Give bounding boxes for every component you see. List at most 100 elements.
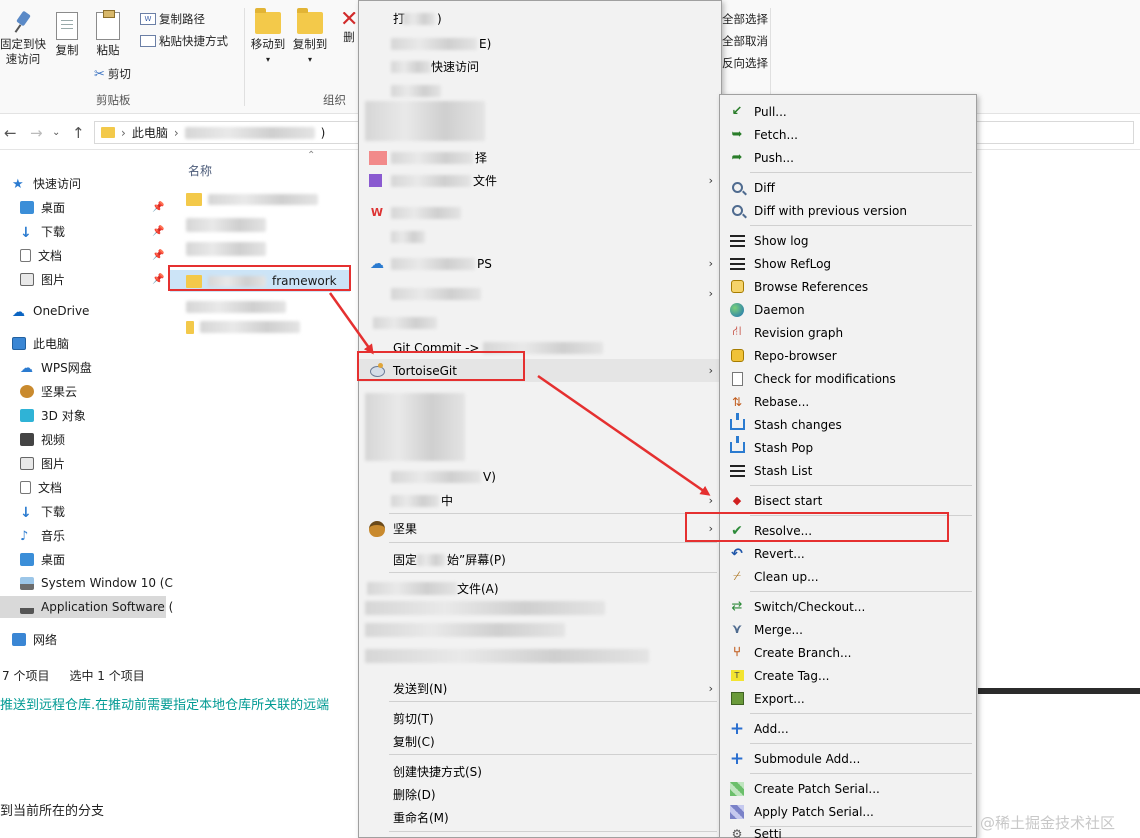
forward-arrow-icon[interactable]: → [30,124,43,142]
tgit-revert[interactable]: ↶ Revert... [720,542,976,565]
menu-item-file-a[interactable]: 文件(A) [359,577,721,600]
tgit-create-branch-label: Create Branch... [754,645,852,660]
tgit-show-reflog[interactable]: Show RefLog [720,252,976,275]
nav-pc-drive-app[interactable]: Application Software ( [0,596,173,618]
nav-pc-pictures[interactable]: 图片 [20,452,65,474]
nav-quick-documents[interactable]: 文档 [20,244,62,266]
tgit-add[interactable]: + Add... [720,717,976,740]
tgit-pull[interactable]: ↙ Pull... [720,100,976,123]
menu-item-jianguoyun[interactable]: 坚果 › [359,517,721,540]
tgit-stash-changes[interactable]: Stash changes [720,413,976,436]
menu-item-rename[interactable]: 重命名(M) [359,806,721,829]
nav-pc-music[interactable]: ♪ 音乐 [20,524,65,546]
tgit-clean-up[interactable]: ⌿ Clean up... [720,565,976,588]
file-row[interactable] [186,316,300,338]
file-row[interactable] [186,188,318,210]
nav-quick-downloads[interactable]: ↓ 下载 [20,220,65,242]
blurred-label [391,230,425,243]
menu-item-v[interactable]: V) [359,465,721,488]
menu-item-pin-quick-access[interactable]: 快速访问 [359,55,721,78]
menu-item-wps-cloud[interactable]: ☁ PS › [359,252,721,275]
nav-pc-videos[interactable]: 视频 [20,428,65,450]
tgit-browse-refs[interactable]: Browse References [720,275,976,298]
column-header-name[interactable]: 名称 [188,162,212,179]
tgit-create-tag[interactable]: T Create Tag... [720,664,976,687]
recent-dropdown-icon[interactable]: ⌄ [52,127,60,138]
file-row[interactable] [186,238,266,260]
menu-item-blurred[interactable] [359,79,721,102]
tgit-settings[interactable]: ⚙ Setti [720,829,976,838]
move-to-button[interactable]: 移动到 ▾ [248,8,288,67]
nav-pc-jianguoyun[interactable]: 坚果云 [20,380,77,402]
tgit-create-branch[interactable]: ⑂ Create Branch... [720,641,976,664]
back-arrow-icon[interactable]: ← [4,124,17,142]
tgit-show-log[interactable]: Show log [720,229,976,252]
menu-item-send-to[interactable]: 发送到(N) › [359,677,721,700]
tgit-push[interactable]: ➦ Push... [720,146,976,169]
nav-pc-documents[interactable]: 文档 [20,476,62,498]
nav-pc-pictures-label: 图片 [41,456,66,471]
menu-item-pin-start[interactable]: 固定 始”屏幕(P) [359,548,721,571]
tgit-submodule-add[interactable]: + Submodule Add... [720,747,976,770]
pin-to-quick-access-button[interactable]: 固定到快 速访问 [0,12,46,67]
menu-item-zhong[interactable]: 中 › [359,489,721,512]
menu-item-blurred-e[interactable]: E) [359,32,721,55]
tgit-apply-patch[interactable]: Apply Patch Serial... [720,800,976,823]
file-row[interactable] [186,296,286,318]
tgit-bisect-start[interactable]: ◆ Bisect start [720,489,976,512]
tgit-rebase[interactable]: ⇅ Rebase... [720,390,976,413]
cut-button[interactable]: ✂ 剪切 [94,66,131,82]
nav-pc-wps-label: WPS网盘 [41,360,92,375]
breadcrumb-this-pc[interactable]: 此电脑 [132,124,168,141]
select-all-button[interactable]: 全部选择 [722,11,768,27]
menu-item-copy[interactable]: 复制(C) [359,730,721,753]
select-none-button[interactable]: 全部取消 [722,33,768,49]
paste-button[interactable]: 粘贴 [90,10,126,58]
nav-quick-desktop[interactable]: 桌面 [20,196,65,218]
file-row[interactable] [186,214,266,236]
nav-onedrive[interactable]: ☁ OneDrive [12,300,89,322]
tgit-stash-pop[interactable]: Stash Pop [720,436,976,459]
nav-this-pc[interactable]: 此电脑 [12,332,69,354]
nav-quick-access[interactable]: ★ 快速访问 [12,172,81,194]
nav-pc-downloads[interactable]: ↓ 下载 [20,500,65,522]
nav-pc-drive-c[interactable]: System Window 10 (C [20,572,173,594]
menu-item-open[interactable]: 打 ) [359,7,721,30]
tgit-daemon[interactable]: Daemon [720,298,976,321]
menu-item-delete[interactable]: 删除(D) [359,783,721,806]
tgit-diff[interactable]: Diff [720,176,976,199]
tgit-stash-list[interactable]: Stash List [720,459,976,482]
menu-item-file[interactable]: 文件 › [359,169,721,192]
tgit-export[interactable]: Export... [720,687,976,710]
menu-item-wps[interactable]: W [359,201,721,224]
tgit-switch-checkout[interactable]: ⇄ Switch/Checkout... [720,595,976,618]
tgit-revision-graph[interactable]: ⛙ Revision graph [720,321,976,344]
copy-to-button[interactable]: 复制到 ▾ [290,8,330,67]
nav-network[interactable]: 网络 [12,628,57,650]
menu-item-blurred-2[interactable] [359,225,721,248]
menu-item-cut[interactable]: 剪切(T) [359,707,721,730]
tgit-create-patch[interactable]: Create Patch Serial... [720,777,976,800]
menu-item-blurred-3[interactable]: › [359,282,721,305]
tgit-repo-browser-label: Repo-browser [754,348,837,363]
tgit-diff-prev[interactable]: Diff with previous version [720,199,976,222]
tgit-merge[interactable]: ⋎ Merge... [720,618,976,641]
up-arrow-icon[interactable]: ↑ [72,124,85,142]
copy-path-button[interactable]: W 复制路径 [140,11,205,27]
nav-pc-wps[interactable]: ☁ WPS网盘 [20,356,92,378]
menu-item-select[interactable]: 择 [359,146,721,169]
nav-this-pc-label: 此电脑 [33,336,70,351]
blurred-label [391,84,441,97]
delete-button[interactable]: ✕ 删 [340,12,358,45]
paste-shortcut-button[interactable]: 粘贴快捷方式 [140,33,228,49]
invert-selection-button[interactable]: 反向选择 [722,55,768,71]
tgit-check-mods[interactable]: Check for modifications [720,367,976,390]
tgit-repo-browser[interactable]: Repo-browser [720,344,976,367]
nav-pc-3d[interactable]: 3D 对象 [20,404,86,426]
copy-button[interactable]: 复制 [50,12,84,58]
tgit-fetch[interactable]: ➥ Fetch... [720,123,976,146]
menu-item-blurred-4[interactable] [359,311,721,334]
nav-quick-pictures[interactable]: 图片 [20,268,65,290]
nav-pc-desktop[interactable]: 桌面 [20,548,65,570]
menu-item-create-shortcut[interactable]: 创建快捷方式(S) [359,760,721,783]
